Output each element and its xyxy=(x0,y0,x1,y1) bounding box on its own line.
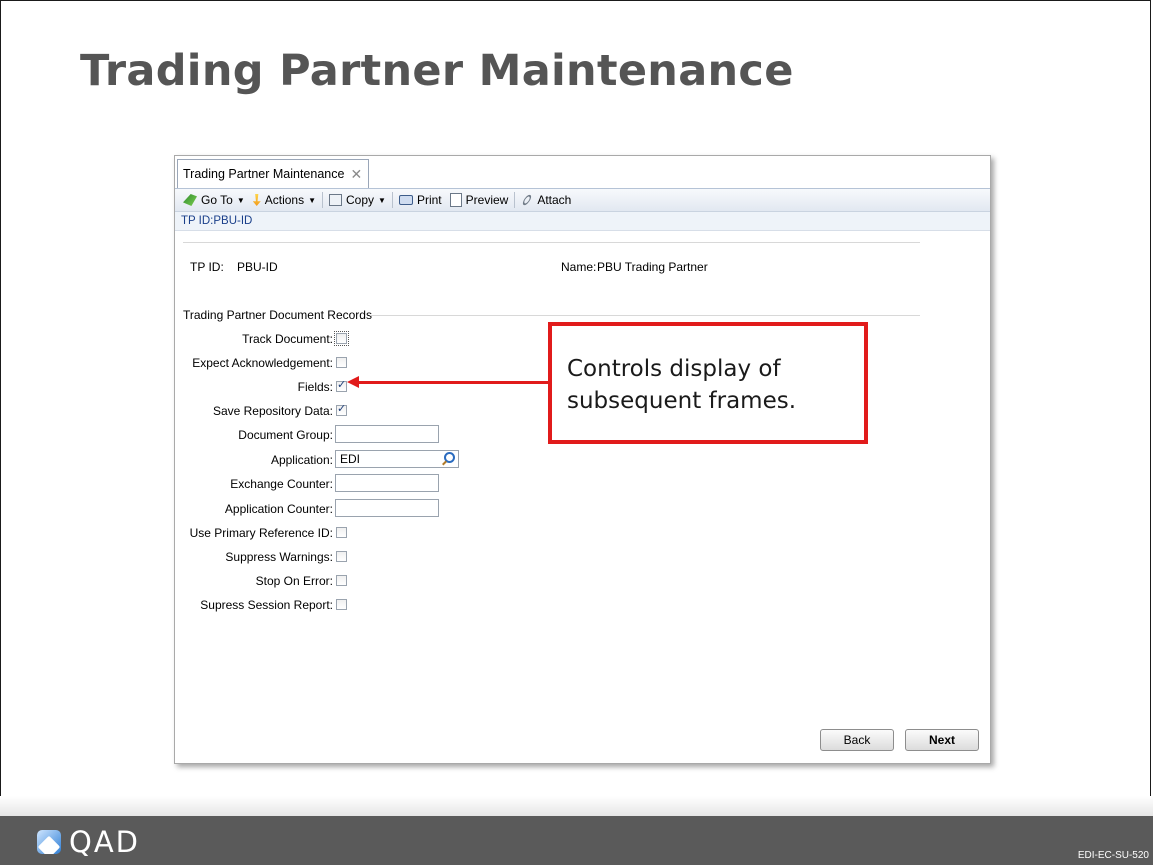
application-counter-label: Application Counter: xyxy=(224,502,333,516)
tpid-label: TP ID: xyxy=(190,260,224,274)
callout-arrowhead xyxy=(347,376,359,388)
tpid-value: PBU-ID xyxy=(237,260,278,274)
group-label: Trading Partner Document Records xyxy=(183,308,372,322)
stop-on-error-checkbox[interactable] xyxy=(336,575,347,586)
exchange-counter-input[interactable] xyxy=(335,474,439,492)
expect-ack-label: Expect Acknowledgement: xyxy=(192,356,333,370)
course-code: EDI-EC-SU-520 xyxy=(1077,850,1149,861)
save-repo-checkbox[interactable] xyxy=(336,402,347,416)
back-button[interactable]: Back xyxy=(820,729,894,751)
copy-label: Copy xyxy=(346,193,375,207)
actions-button[interactable]: Actions ▼ xyxy=(249,193,320,207)
name-value: PBU Trading Partner xyxy=(597,260,708,274)
search-icon[interactable] xyxy=(444,452,455,463)
preview-button[interactable]: Preview xyxy=(446,193,513,207)
paperclip-icon xyxy=(521,193,533,207)
chevron-down-icon: ▼ xyxy=(378,195,386,205)
track-document-label: Track Document: xyxy=(242,332,333,346)
slide-title: Trading Partner Maintenance xyxy=(80,46,794,96)
application-input[interactable]: EDI xyxy=(335,450,459,468)
group-divider xyxy=(370,315,920,316)
goto-label: Go To xyxy=(201,193,233,207)
goto-button[interactable]: Go To ▼ xyxy=(179,193,249,207)
preview-label: Preview xyxy=(465,193,509,207)
name-label: Name: xyxy=(561,260,597,274)
track-document-checkbox[interactable] xyxy=(334,331,349,346)
suppress-warnings-checkbox[interactable] xyxy=(336,551,347,562)
qad-logo-icon xyxy=(37,830,61,854)
goto-icon xyxy=(183,194,197,206)
tab-trading-partner-maintenance[interactable]: Trading Partner Maintenance ✕ xyxy=(177,159,370,188)
supress-session-label: Supress Session Report: xyxy=(200,598,333,612)
fields-checkbox[interactable] xyxy=(336,378,347,392)
document-group-label: Document Group: xyxy=(238,428,333,442)
toolbar-separator xyxy=(322,192,324,208)
footer-fade xyxy=(0,796,1153,816)
callout-line-2: subsequent frames. xyxy=(567,388,797,414)
printer-icon xyxy=(398,195,413,205)
suppress-warnings-label: Suppress Warnings: xyxy=(225,550,333,564)
document-group-input[interactable] xyxy=(335,425,439,443)
close-icon[interactable]: ✕ xyxy=(350,166,362,183)
qad-logo: QAD xyxy=(37,825,140,859)
expect-ack-checkbox[interactable] xyxy=(336,357,347,368)
chevron-down-icon: ▼ xyxy=(308,195,317,205)
print-label: Print xyxy=(416,193,442,207)
exchange-counter-label: Exchange Counter: xyxy=(230,477,333,491)
application-label: Application: xyxy=(270,453,333,467)
tab-bar: Trading Partner Maintenance ✕ xyxy=(175,156,990,188)
supress-session-checkbox[interactable] xyxy=(336,599,347,610)
application-value: EDI xyxy=(340,452,361,466)
toolbar-separator xyxy=(391,192,393,208)
print-button[interactable]: Print xyxy=(395,193,446,207)
copy-button[interactable]: Copy ▼ xyxy=(325,193,390,207)
fields-label: Fields: xyxy=(297,380,333,394)
attach-button[interactable]: Attach xyxy=(517,193,575,207)
actions-label: Actions xyxy=(264,193,305,207)
actions-icon xyxy=(252,194,261,206)
callout-arrow xyxy=(357,381,549,384)
save-repo-label: Save Repository Data: xyxy=(212,404,333,418)
tab-label: Trading Partner Maintenance xyxy=(183,167,345,181)
toolbar: Go To ▼ Actions ▼ Copy ▼ Print Preview A… xyxy=(175,188,990,212)
footer-bar xyxy=(0,816,1153,865)
tpid-breadcrumb: TP ID:PBU-ID xyxy=(175,212,990,231)
callout-box: Controls display of subsequent frames. xyxy=(548,322,868,444)
callout-line-1: Controls display of xyxy=(567,356,781,382)
chevron-down-icon: ▼ xyxy=(236,195,245,205)
application-counter-input[interactable] xyxy=(335,499,439,517)
next-button[interactable]: Next xyxy=(905,729,979,751)
qad-logo-text: QAD xyxy=(69,825,140,859)
stop-on-error-label: Stop On Error: xyxy=(255,574,333,588)
use-primary-ref-label: Use Primary Reference ID: xyxy=(189,526,333,540)
attach-label: Attach xyxy=(537,193,572,207)
divider xyxy=(183,242,920,243)
toolbar-separator xyxy=(514,192,516,208)
use-primary-ref-checkbox[interactable] xyxy=(336,527,347,538)
copy-icon xyxy=(329,194,343,206)
preview-icon xyxy=(449,193,462,207)
app-window: Trading Partner Maintenance ✕ Go To ▼ Ac… xyxy=(174,155,991,764)
